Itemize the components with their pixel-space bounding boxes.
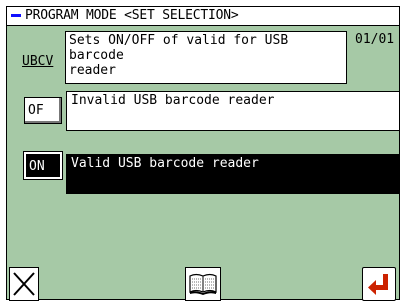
option-off-button[interactable]: OF [24, 97, 62, 124]
cancel-button[interactable] [9, 267, 39, 301]
title-bar: PROGRAM MODE <SET SELECTION> [7, 7, 399, 26]
setting-description: Sets ON/OFF of valid for USB barcode rea… [65, 31, 347, 84]
program-mode-screen: PROGRAM MODE <SET SELECTION> UBCV Sets O… [6, 6, 400, 301]
title-dash-icon [11, 14, 21, 17]
option-on-button[interactable]: ON [23, 151, 63, 180]
manual-button[interactable] [185, 267, 221, 301]
page-indicator: 01/01 [355, 32, 395, 47]
setting-code: UBCV [22, 54, 54, 69]
enter-return-icon [368, 274, 388, 295]
page-title: PROGRAM MODE <SET SELECTION> [25, 8, 239, 23]
enter-button[interactable] [362, 267, 396, 301]
option-on-label[interactable]: Valid USB barcode reader [66, 154, 400, 194]
option-off-label[interactable]: Invalid USB barcode reader [66, 91, 400, 131]
close-x-icon [13, 272, 35, 296]
book-icon [189, 273, 217, 295]
